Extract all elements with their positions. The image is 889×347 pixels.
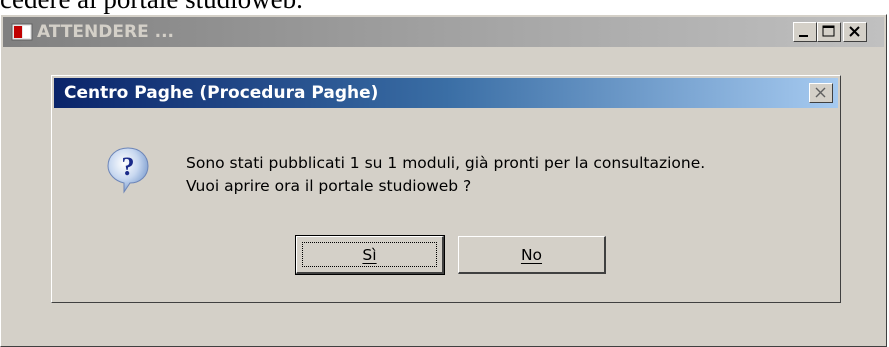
message-line-1: Sono stati pubblicati 1 su 1 moduli, già…	[186, 154, 706, 172]
app-icon	[11, 23, 33, 41]
close-icon	[815, 87, 826, 98]
minimize-icon	[799, 35, 808, 37]
message-dialog: Centro Paghe (Procedura Paghe) ? Sono st…	[51, 75, 841, 303]
attendere-title: ATTENDERE ...	[37, 22, 174, 42]
minimize-button[interactable]	[793, 22, 817, 42]
question-icon: ?	[107, 147, 149, 194]
svg-text:?: ?	[122, 152, 135, 181]
no-button-label: No	[520, 245, 543, 264]
dialog-title: Centro Paghe (Procedura Paghe)	[64, 83, 379, 103]
yes-button-label: Sì	[362, 245, 377, 264]
attendere-window: ATTENDERE ... Centro Paghe (Procedura Pa…	[0, 14, 887, 347]
maximize-button[interactable]	[817, 22, 841, 42]
yes-button[interactable]: Sì	[295, 235, 445, 275]
dialog-close-button[interactable]	[809, 83, 833, 103]
close-button[interactable]	[843, 22, 867, 42]
attendere-titlebar[interactable]: ATTENDERE ...	[3, 17, 884, 47]
dialog-titlebar[interactable]: Centro Paghe (Procedura Paghe)	[54, 78, 838, 108]
message-line-2: Vuoi aprire ora il portale studioweb ?	[186, 177, 472, 195]
close-icon	[849, 26, 860, 37]
dialog-message: Sono stati pubblicati 1 su 1 moduli, già…	[186, 152, 705, 198]
background-page-text: cedere al portale studioweb.	[0, 0, 889, 14]
maximize-icon	[822, 25, 835, 37]
no-button[interactable]: No	[458, 236, 606, 274]
